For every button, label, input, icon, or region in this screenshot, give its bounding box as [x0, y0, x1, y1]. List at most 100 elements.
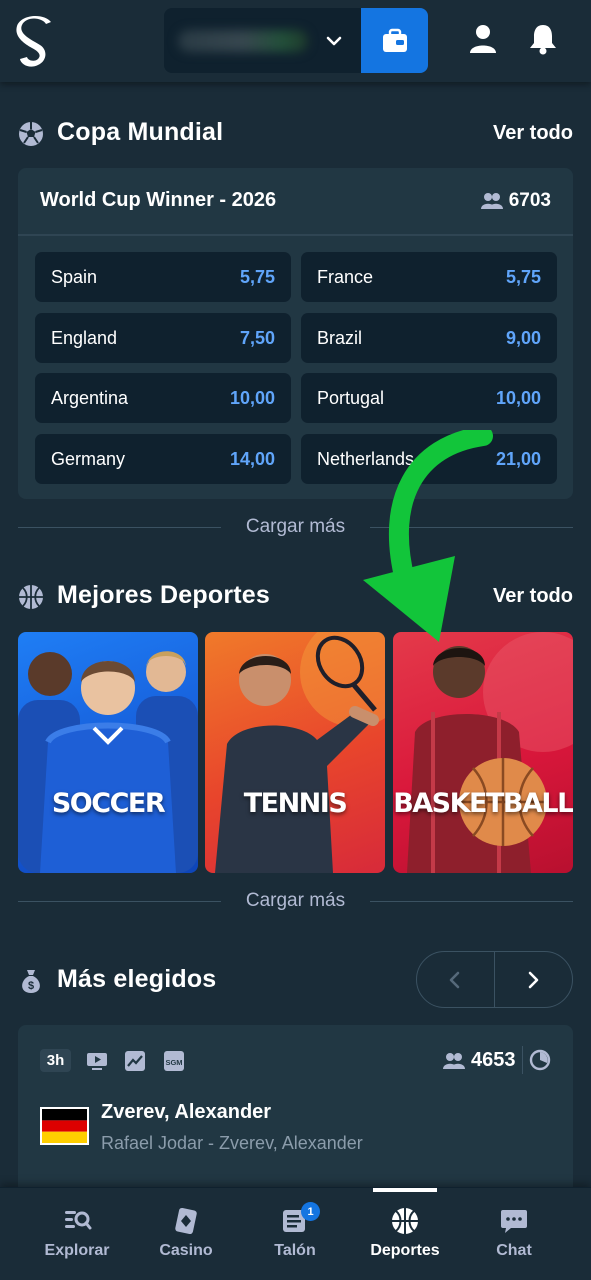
nav-label: Talón: [274, 1242, 316, 1259]
load-more-button[interactable]: Cargar más: [18, 516, 573, 538]
odd-button[interactable]: Spain 5,75: [35, 252, 291, 302]
users-icon: [443, 1052, 465, 1069]
svg-text:SGM: SGM: [165, 1058, 182, 1067]
nav-label: Chat: [496, 1242, 532, 1259]
bell-icon[interactable]: [526, 22, 560, 56]
nav-label: Explorar: [44, 1242, 110, 1259]
tile-label: TENNIS: [243, 788, 348, 819]
participants-count: 4653: [443, 1049, 516, 1072]
nav-explorar[interactable]: Explorar: [27, 1188, 127, 1280]
odd-price: 9,00: [505, 328, 541, 348]
odd-button[interactable]: Argentina 10,00: [35, 373, 291, 423]
view-all-link[interactable]: Ver todo: [493, 122, 573, 145]
live-status-icon: [529, 1049, 551, 1071]
browse-search-icon: [65, 1211, 92, 1230]
tennis-player-illustration: [215, 632, 385, 873]
time-badge: 3h: [40, 1049, 71, 1072]
same-game-multi-icon: SGM: [164, 1051, 184, 1071]
stats-chart-icon: [125, 1051, 145, 1071]
top-sports-header: Mejores Deportes Ver todo: [18, 577, 573, 617]
user-icon[interactable]: [466, 22, 500, 56]
section-title: Mejores Deportes: [57, 581, 270, 609]
top-header: [0, 0, 591, 82]
stake-logo[interactable]: [14, 14, 54, 70]
carousel-pager: [416, 951, 573, 1008]
sport-tile-tennis[interactable]: TENNIS: [205, 632, 385, 873]
users-icon: [480, 193, 503, 209]
live-stream-icon: [87, 1053, 107, 1070]
odd-team: Germany: [51, 449, 126, 469]
chevron-right-icon: [528, 971, 539, 988]
chat-icon: [501, 1210, 527, 1233]
nav-talon[interactable]: 1 Talón: [245, 1188, 345, 1280]
tile-label: SOCCER: [51, 788, 166, 819]
odd-team: Netherlands: [317, 449, 415, 469]
odd-team: Brazil: [317, 328, 363, 348]
participants-value: 4653: [471, 1049, 516, 1071]
notification-badge: 1: [301, 1202, 320, 1221]
playing-card-icon: [175, 1207, 197, 1235]
soccer-ball-icon: [19, 122, 43, 146]
world-cup-market-card: World Cup Winner - 2026 6703 Spain 5,75 …: [18, 168, 573, 499]
load-more-row: Cargar más: [18, 512, 573, 542]
odd-price: 5,75: [505, 267, 541, 287]
sport-tile-basketball[interactable]: BASKETBALL: [393, 632, 573, 873]
next-button[interactable]: [495, 952, 573, 1007]
nav-casino[interactable]: Casino: [136, 1188, 236, 1280]
active-indicator: [373, 1188, 437, 1192]
soccer-players-illustration: [18, 651, 198, 873]
germany-flag-icon: [40, 1107, 89, 1145]
svg-text:$: $: [28, 980, 34, 992]
load-more-button[interactable]: Cargar más: [18, 890, 573, 912]
event-name[interactable]: Rafael Jodar - Zverev, Alexander: [101, 1133, 363, 1154]
odd-price: 10,00: [495, 388, 541, 408]
odd-price: 10,00: [229, 388, 275, 408]
load-more-row: Cargar más: [18, 886, 573, 916]
odd-button[interactable]: England 7,50: [35, 313, 291, 363]
odd-team: Portugal: [317, 388, 385, 408]
odd-team: Spain: [51, 267, 98, 287]
odd-price: 14,00: [229, 449, 275, 469]
basketball-player-illustration: [407, 632, 573, 873]
tile-label: BASKETBALL: [393, 788, 573, 819]
wallet-selector[interactable]: [164, 8, 428, 73]
wallet-icon: [382, 28, 407, 52]
bottom-navigation: Explorar Casino 1 Talón Deportes Chat: [0, 1187, 591, 1280]
basketball-icon: [19, 585, 43, 609]
previous-button[interactable]: [417, 952, 495, 1007]
odd-team: France: [317, 267, 374, 287]
view-all-link[interactable]: Ver todo: [493, 585, 573, 608]
odd-price: 7,50: [239, 328, 275, 348]
chevron-left-icon: [449, 971, 460, 988]
money-bag-icon: $: [22, 970, 40, 993]
sport-tile-soccer[interactable]: SOCCER: [18, 632, 198, 873]
odd-team: England: [51, 328, 118, 348]
chevron-down-icon: [326, 36, 342, 46]
odd-price: 21,00: [495, 449, 541, 469]
nav-label: Casino: [159, 1242, 213, 1259]
odd-button[interactable]: France 5,75: [301, 252, 557, 302]
divider: [18, 234, 573, 236]
odd-team: Argentina: [51, 388, 129, 408]
market-title[interactable]: World Cup Winner - 2026: [40, 189, 276, 212]
section-title: Más elegidos: [57, 965, 217, 993]
odd-price: 5,75: [239, 267, 275, 287]
world-cup-header: Copa Mundial Ver todo: [18, 114, 573, 154]
participants-value: 6703: [508, 190, 551, 211]
nav-deportes[interactable]: Deportes: [355, 1188, 455, 1280]
nav-chat[interactable]: Chat: [464, 1188, 564, 1280]
divider: [522, 1046, 523, 1074]
odd-button[interactable]: Brazil 9,00: [301, 313, 557, 363]
odd-button[interactable]: Portugal 10,00: [301, 373, 557, 423]
player-name[interactable]: Zverev, Alexander: [101, 1101, 271, 1124]
match-card[interactable]: 3h SGM 4653 Zverev, Alexander Rafael Jod…: [18, 1025, 573, 1195]
odd-button[interactable]: Netherlands 21,00: [301, 434, 557, 484]
most-picked-header: $ Más elegidos: [18, 961, 398, 1001]
blurred-balance: [178, 30, 308, 52]
wallet-balance-hidden[interactable]: [164, 8, 361, 73]
section-title: Copa Mundial: [57, 118, 224, 146]
participants-count: 6703: [480, 190, 551, 212]
nav-label: Deportes: [370, 1242, 440, 1259]
wallet-button[interactable]: [361, 8, 428, 73]
odd-button[interactable]: Germany 14,00: [35, 434, 291, 484]
